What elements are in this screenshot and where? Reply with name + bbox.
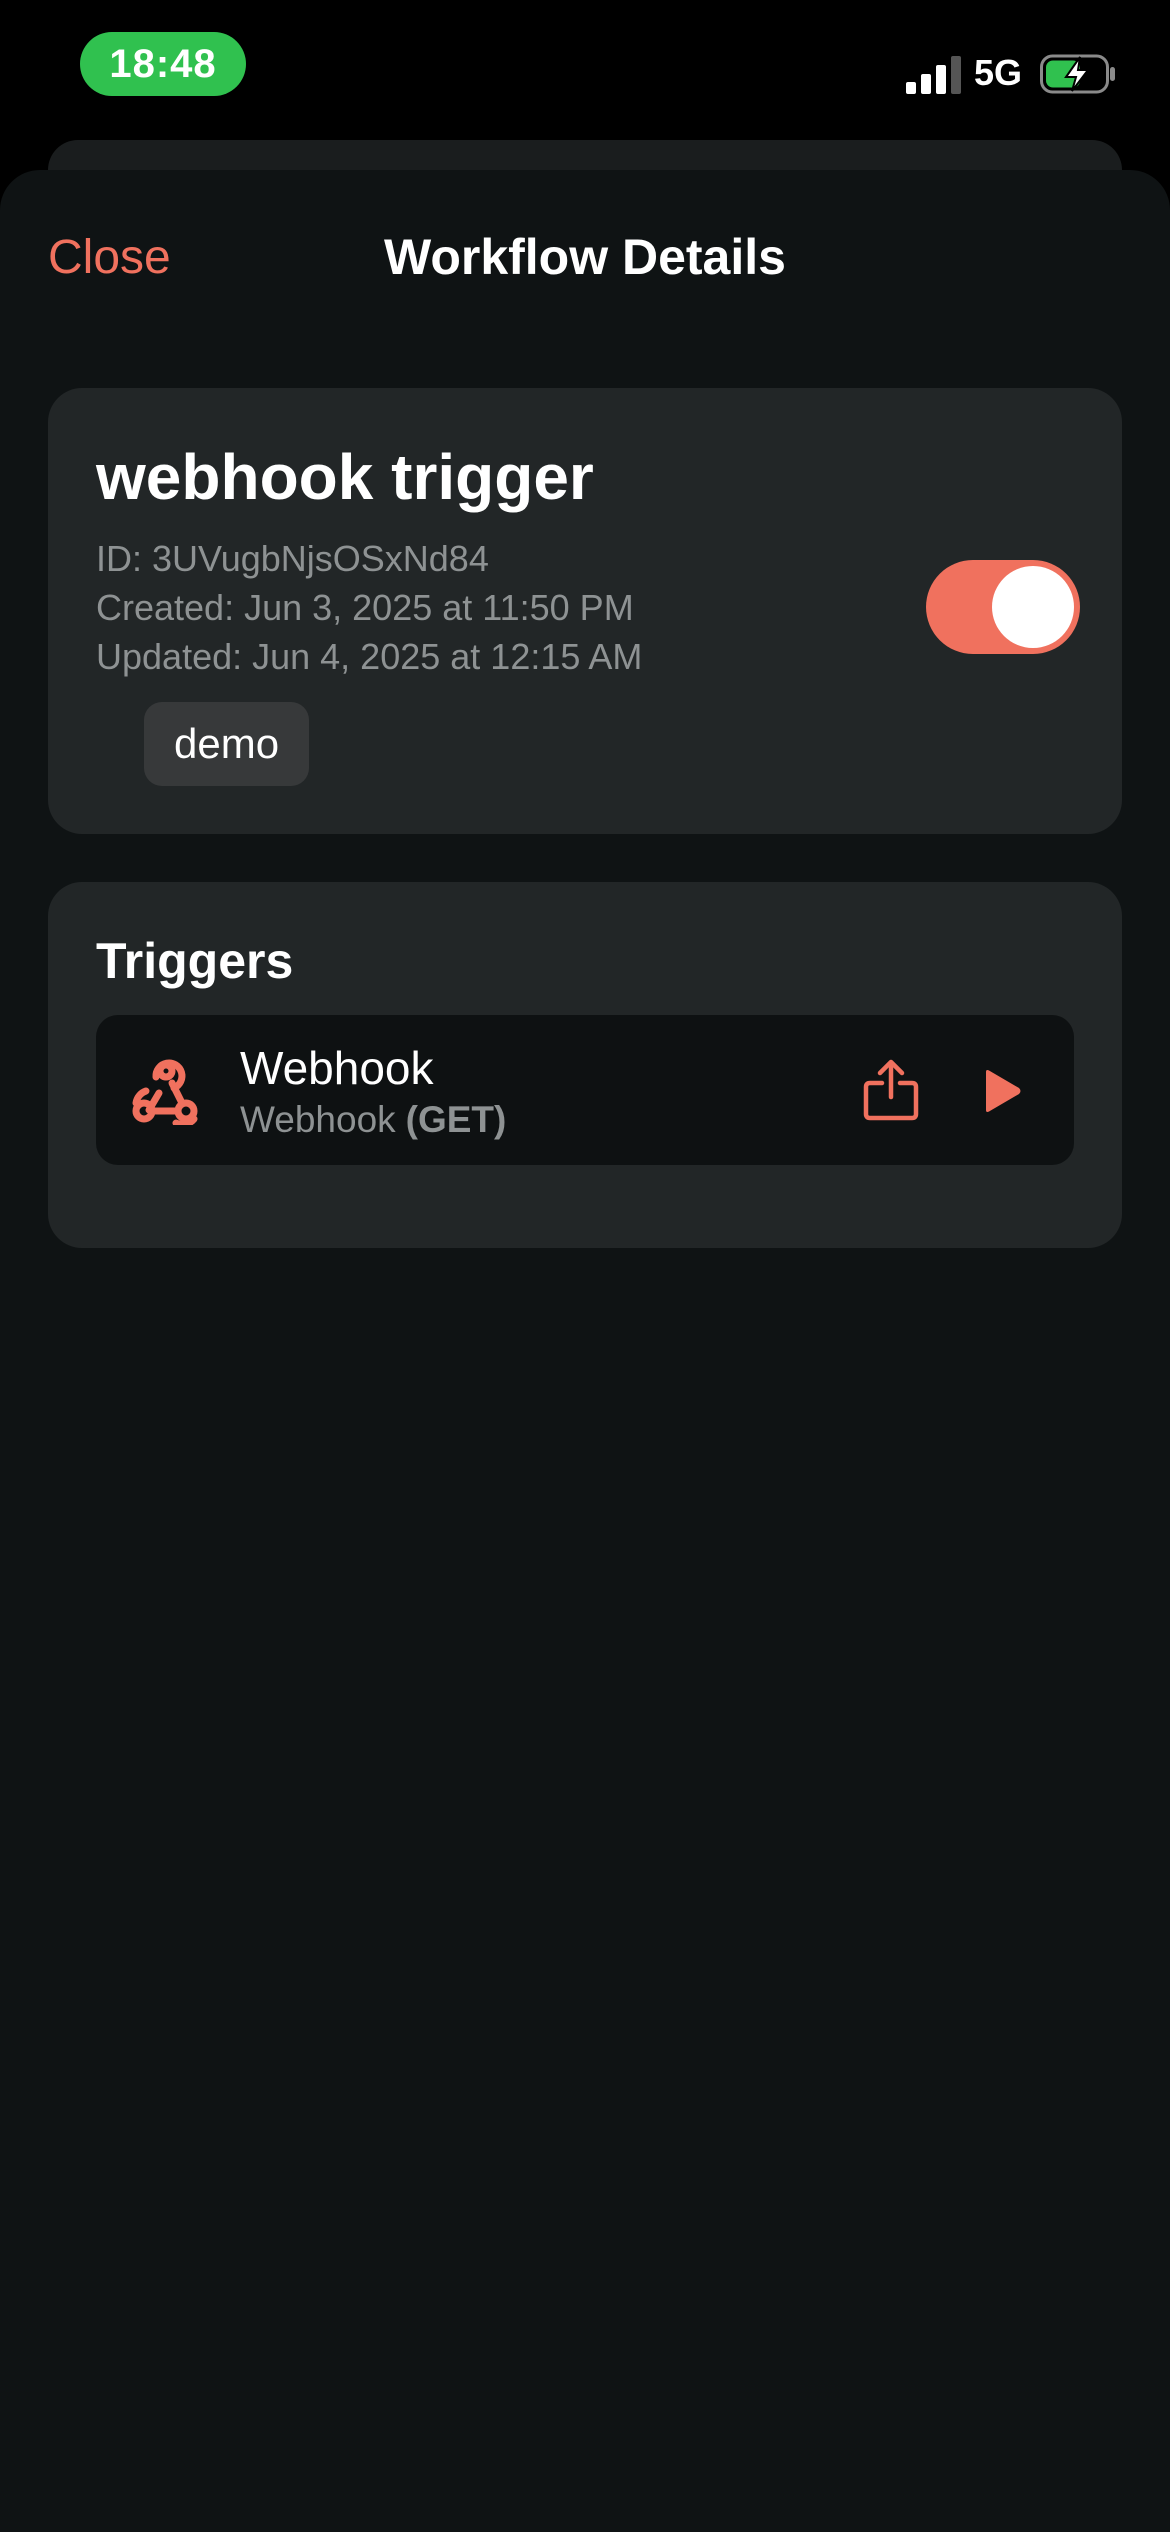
signal-bars-icon (906, 56, 961, 94)
status-time: 18:48 (80, 32, 246, 96)
trigger-title: Webhook (240, 1042, 434, 1094)
workflow-updated: Updated: Jun 4, 2025 at 12:15 AM (96, 636, 643, 677)
webhook-icon (132, 1059, 198, 1125)
status-bar: 18:48 5G (0, 0, 1170, 140)
workflow-id: ID: 3UVugbNjsOSxNd84 (96, 538, 489, 579)
triggers-card: Triggers Webhook Webhook (GET) (48, 882, 1122, 1248)
network-type: 5G (974, 52, 1023, 93)
page-title: Workflow Details (384, 229, 786, 285)
toggle-knob (992, 566, 1074, 648)
triggers-section-title: Triggers (96, 933, 294, 989)
trigger-subtitle: Webhook (GET) (240, 1099, 506, 1141)
workflow-name: webhook trigger (96, 441, 594, 513)
trigger-method: (GET) (405, 1099, 507, 1140)
play-icon[interactable] (982, 1069, 1022, 1113)
workflow-tag[interactable]: demo (144, 702, 310, 786)
share-icon[interactable] (862, 1059, 920, 1121)
workflow-info-card: webhook trigger ID: 3UVugbNjsOSxNd84 Cre… (48, 388, 1122, 834)
active-toggle[interactable] (926, 560, 1080, 654)
workflow-details-sheet: Close Workflow Details webhook trigger I… (0, 170, 1170, 2532)
trigger-type: Webhook (240, 1099, 396, 1140)
battery-charging-icon (1040, 54, 1115, 94)
trigger-row[interactable]: Webhook Webhook (GET) (96, 1015, 1074, 1165)
workflow-created: Created: Jun 3, 2025 at 11:50 PM (96, 587, 634, 628)
